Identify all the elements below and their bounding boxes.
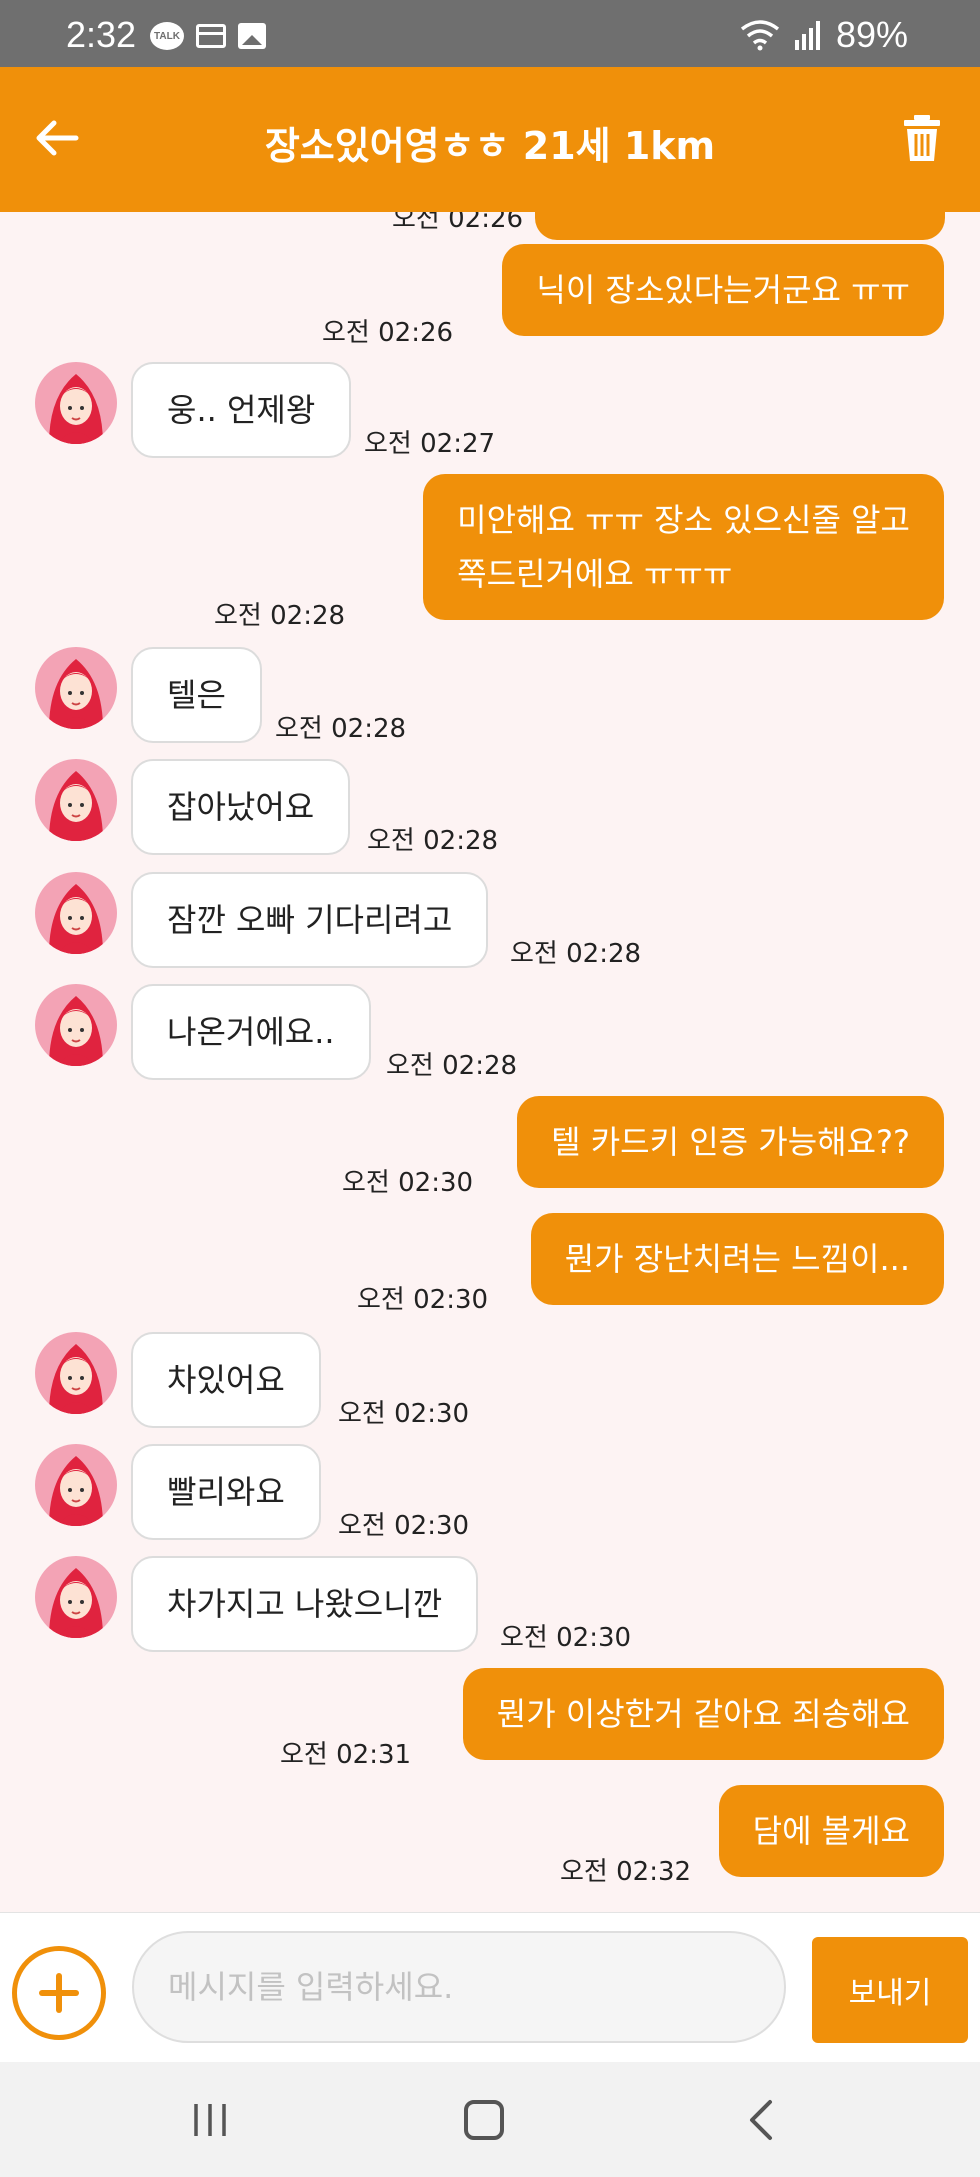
message-time: 오전 02:31 [280,1740,412,1770]
home-icon[interactable] [464,2100,504,2140]
message-bubble-out: 뭔가 장난치려는 느낌이... [530,1213,944,1305]
message-time: 오전 02:28 [386,1051,518,1081]
message-time-partial: 오전 02:26 [392,212,524,234]
message-input-bar: 보내기 [0,1912,980,2062]
message-bubble-in: 차가지고 나왔으니깐 [131,1556,479,1652]
nav-back-icon[interactable] [742,2098,782,2142]
trash-icon[interactable] [902,113,942,163]
message-bubble-out: 닉이 장소있다는거군요 ㅠㅠ [502,244,944,336]
message-bubble-partial [535,212,945,240]
talk-icon: TALK [150,22,184,50]
message-time: 오전 02:30 [338,1399,470,1429]
recents-icon[interactable] [190,2100,230,2140]
message-time: 오전 02:28 [367,826,499,856]
message-time: 오전 02:30 [357,1285,489,1315]
signal-icon [794,21,820,50]
status-time: 2:32 [66,14,137,55]
avatar-icon[interactable] [35,1444,117,1526]
plus-icon[interactable] [12,1946,106,2040]
chat-header: 장소있어영ㅎㅎ 21세 1km [0,67,980,212]
message-bubble-out: 뭔가 이상한거 같아요 죄송해요 [462,1668,944,1760]
wifi-icon [740,20,780,51]
avatar-icon[interactable] [35,759,117,841]
message-time: 오전 02:26 [322,318,454,348]
message-time: 오전 02:30 [338,1511,470,1541]
avatar-icon[interactable] [35,1556,117,1638]
message-time: 오전 02:28 [214,601,346,631]
send-button[interactable]: 보내기 [812,1937,968,2043]
message-bubble-out: 담에 볼게요 [718,1785,944,1877]
avatar-icon[interactable] [35,647,117,729]
message-bubble-in: 차있어요 [131,1332,321,1428]
battery-level: 89% [835,14,908,55]
avatar-icon[interactable] [35,984,117,1066]
message-bubble-in: 잠깐 오빠 기다리려고 [131,872,489,968]
message-bubble-out: 텔 카드키 인증 가능해요?? [517,1096,944,1188]
chat-app: 2:32 TALK 89% 장소있어영ㅎㅎ 21세 1km 오전 02:26 닉… [0,0,980,2177]
status-indicators: 89% [740,14,908,56]
avatar-icon[interactable] [35,1332,117,1414]
message-bubble-in: 나온거에요.. [131,984,371,1080]
chat-title: 장소있어영ㅎㅎ 21세 1km [264,124,716,168]
message-time: 오전 02:30 [500,1623,632,1653]
message-input[interactable] [132,1931,786,2043]
image-icon [238,23,266,49]
avatar-icon[interactable] [35,872,117,954]
avatar-icon[interactable] [35,362,117,444]
message-list[interactable]: 오전 02:26 닉이 장소있다는거군요 ㅠㅠ 오전 02:26 웅.. 언제왕… [0,212,980,1912]
card-icon [196,24,226,48]
message-time: 오전 02:28 [275,714,407,744]
message-bubble-out: 미안해요 ㅠㅠ 장소 있으신줄 알고 쪽드린거에요 ㅠㅠㅠ [423,474,944,620]
message-time: 오전 02:27 [364,429,496,459]
status-bar: 2:32 TALK 89% [0,0,980,67]
message-bubble-in: 텔은 [131,647,262,743]
message-time: 오전 02:28 [510,939,642,969]
system-nav-bar [0,2062,980,2177]
message-time: 오전 02:32 [560,1857,692,1887]
message-bubble-in: 잡아났어요 [131,759,351,855]
message-time: 오전 02:30 [342,1168,474,1198]
notification-icons: TALK [150,22,266,50]
message-bubble-in: 빨리와요 [131,1444,321,1540]
message-bubble-in: 웅.. 언제왕 [131,362,352,458]
